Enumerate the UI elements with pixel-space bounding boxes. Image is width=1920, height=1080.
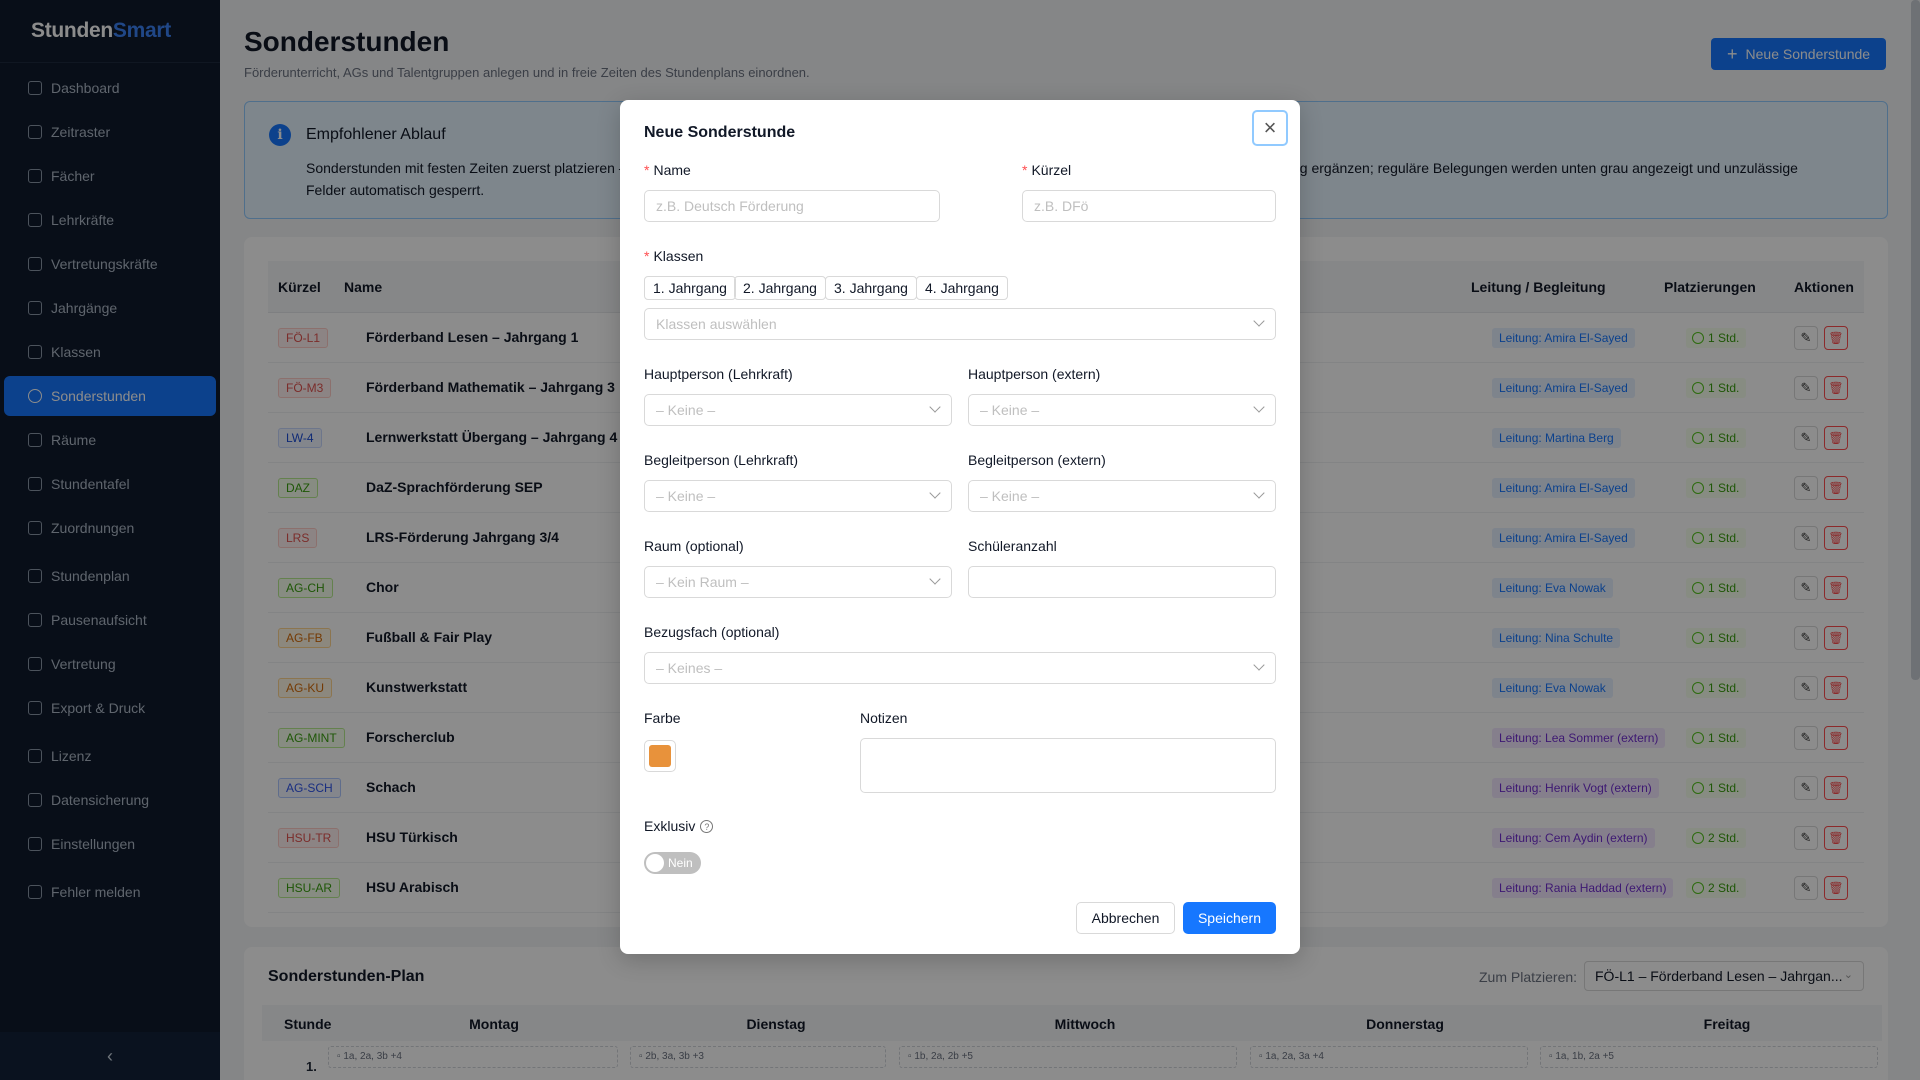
exklusiv-label: Exklusiv?	[644, 818, 714, 834]
notizen-textarea[interactable]	[860, 738, 1276, 793]
schueleranzahl-input[interactable]	[968, 566, 1276, 598]
jahrgang-chip-2[interactable]: 2. Jahrgang	[734, 276, 826, 300]
begleitperson-extern-select[interactable]: – Keine –	[968, 480, 1276, 512]
kuerzel-label: * Kürzel	[1022, 162, 1072, 178]
save-button[interactable]: Speichern	[1183, 902, 1276, 934]
hauptperson-extern-label: Hauptperson (extern)	[968, 366, 1101, 382]
modal-title: Neue Sonderstunde	[644, 124, 796, 141]
kuerzel-input[interactable]: z.B. DFö	[1022, 190, 1276, 222]
color-picker[interactable]	[644, 740, 676, 772]
klassen-select[interactable]: Klassen auswählen	[644, 308, 1276, 340]
exklusiv-toggle[interactable]: Nein	[644, 852, 701, 874]
hauptperson-lehrkraft-label: Hauptperson (Lehrkraft)	[644, 366, 793, 382]
begleitperson-lehrkraft-select[interactable]: – Keine –	[644, 480, 952, 512]
help-icon[interactable]: ?	[700, 820, 714, 833]
begleitperson-lehrkraft-label: Begleitperson (Lehrkraft)	[644, 452, 799, 468]
farbe-label: Farbe	[644, 710, 681, 726]
klassen-label: * Klassen	[644, 248, 704, 264]
raum-select[interactable]: – Kein Raum –	[644, 566, 952, 598]
bezugsfach-select[interactable]: – Keines –	[644, 652, 1276, 684]
notizen-label: Notizen	[860, 710, 908, 726]
color-swatch	[649, 745, 671, 767]
chevron-down-icon	[1253, 401, 1265, 413]
hauptperson-lehrkraft-select[interactable]: – Keine –	[644, 394, 952, 426]
name-input[interactable]: z.B. Deutsch Förderung	[644, 190, 940, 222]
begleitperson-extern-label: Begleitperson (extern)	[968, 452, 1106, 468]
chevron-down-icon	[929, 573, 941, 585]
jahrgang-chip-4[interactable]: 4. Jahrgang	[916, 276, 1008, 300]
cancel-button[interactable]: Abbrechen	[1076, 902, 1175, 934]
hauptperson-extern-select[interactable]: – Keine –	[968, 394, 1276, 426]
chevron-down-icon	[1253, 659, 1265, 671]
chevron-down-icon	[1253, 487, 1265, 499]
close-icon[interactable]: ×	[1252, 110, 1288, 146]
name-label: * Name	[644, 162, 691, 178]
chevron-down-icon	[929, 487, 941, 499]
new-sonderstunde-modal: Neue Sonderstunde × * Name z.B. Deutsch F…	[620, 100, 1300, 954]
bezugsfach-label: Bezugsfach (optional)	[644, 624, 780, 640]
jahrgang-chip-3[interactable]: 3. Jahrgang	[825, 276, 917, 300]
schueleranzahl-label: Schüleranzahl	[968, 538, 1057, 554]
jahrgang-chip-1[interactable]: 1. Jahrgang	[644, 276, 736, 300]
chevron-down-icon	[929, 401, 941, 413]
chevron-down-icon	[1253, 315, 1265, 327]
raum-label: Raum (optional)	[644, 538, 744, 554]
